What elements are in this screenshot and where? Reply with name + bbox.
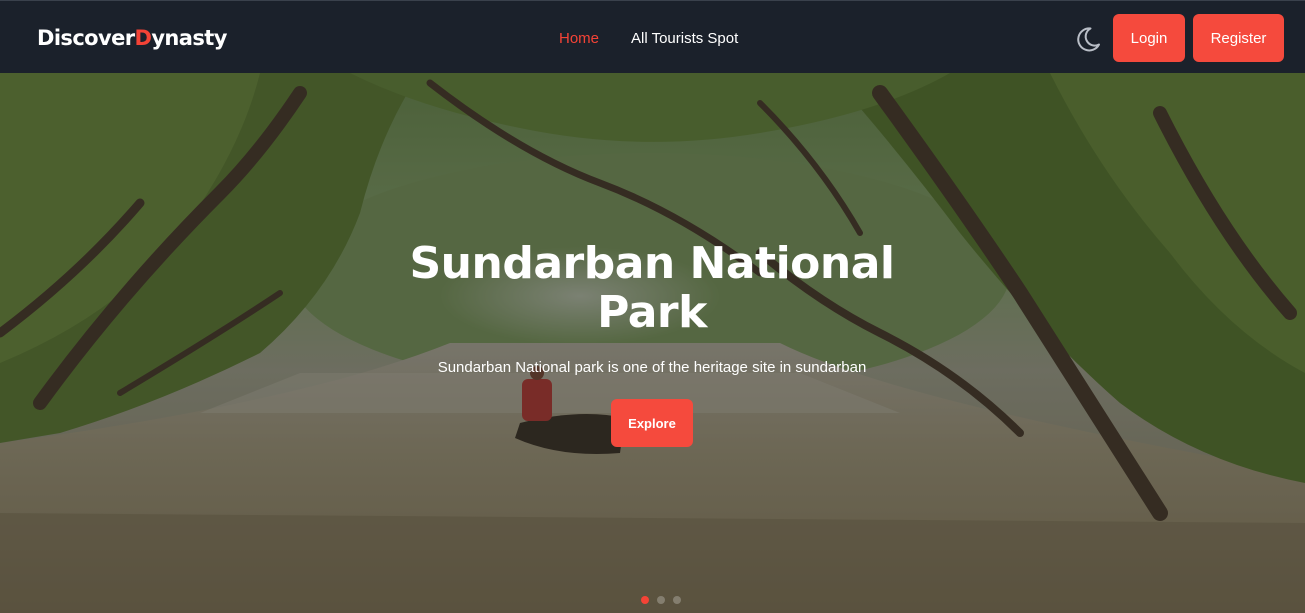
slider-dot-1[interactable] bbox=[641, 596, 649, 604]
slider-dot-3[interactable] bbox=[673, 596, 681, 604]
moon-icon bbox=[1077, 27, 1100, 52]
theme-toggle-button[interactable] bbox=[1074, 25, 1102, 53]
hero-slider: Sundarban National Park Sundarban Nation… bbox=[0, 73, 1305, 613]
slider-pagination bbox=[641, 596, 681, 604]
slider-dot-2[interactable] bbox=[657, 596, 665, 604]
login-button[interactable]: Login bbox=[1113, 14, 1185, 62]
hero-dark-overlay bbox=[0, 73, 1305, 613]
hero-subtitle: Sundarban National park is one of the he… bbox=[437, 359, 867, 376]
site-logo[interactable]: DiscoverDynasty bbox=[37, 25, 227, 51]
explore-button[interactable]: Explore bbox=[611, 399, 693, 447]
logo-text-part1: Discover bbox=[37, 26, 135, 50]
navbar: DiscoverDynasty Home All Tourists Spot L… bbox=[0, 0, 1305, 73]
register-button[interactable]: Register bbox=[1193, 14, 1284, 62]
logo-text-accent: D bbox=[134, 26, 152, 50]
main-nav: Home All Tourists Spot bbox=[559, 29, 738, 49]
nav-link-all-tourists-spot[interactable]: All Tourists Spot bbox=[631, 29, 738, 49]
hero-title: Sundarban National Park bbox=[409, 238, 895, 338]
nav-link-home[interactable]: Home bbox=[559, 29, 599, 49]
logo-text-part2: ynasty bbox=[151, 26, 227, 50]
